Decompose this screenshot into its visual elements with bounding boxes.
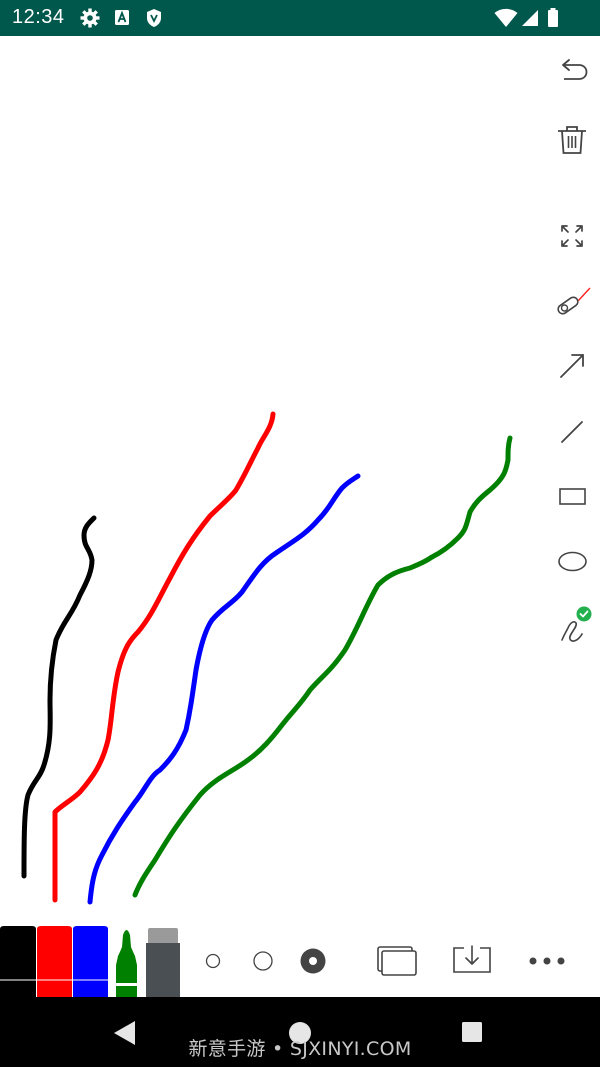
- font-a-icon: [115, 10, 129, 25]
- signal-icon: [522, 10, 538, 26]
- battery-icon: [548, 8, 558, 27]
- line-tool-icon: [561, 421, 583, 443]
- laser-pointer-icon: [557, 287, 591, 315]
- green-stroke: [132, 435, 513, 898]
- freehand-tool-button[interactable]: [548, 602, 596, 650]
- size-large-button[interactable]: [298, 946, 328, 976]
- black-pen[interactable]: [0, 925, 36, 997]
- size-small-button[interactable]: [198, 946, 228, 976]
- fullscreen-icon: [561, 225, 583, 247]
- blue-pen[interactable]: [73, 925, 108, 997]
- gear-icon: [80, 8, 100, 28]
- green-highlighter[interactable]: [109, 925, 144, 997]
- undo-button[interactable]: [548, 48, 596, 96]
- rectangle-tool-button[interactable]: [548, 472, 596, 520]
- freehand-tool-icon: [561, 606, 592, 642]
- status-bar: 12:34: [0, 0, 600, 36]
- red-stroke: [52, 411, 276, 903]
- undo-icon: [562, 59, 588, 80]
- shield-icon: [147, 9, 161, 27]
- more-icon[interactable]: [526, 950, 568, 972]
- blue-stroke: [87, 473, 361, 905]
- arrow-tool-button[interactable]: [548, 342, 596, 390]
- wifi-icon: [494, 8, 518, 27]
- ellipse-tool-icon: [558, 551, 587, 572]
- arrow-tool-icon: [560, 354, 584, 378]
- selected-check-badge: [576, 606, 592, 622]
- clear-button[interactable]: [548, 115, 596, 163]
- watermark: 新意手游 • SJXINYI.COM: [188, 1038, 412, 1060]
- laser-pointer-button[interactable]: [548, 281, 596, 329]
- pages-icon[interactable]: [376, 944, 418, 978]
- ellipse-tool-button[interactable]: [548, 537, 596, 585]
- line-tool-button[interactable]: [548, 408, 596, 456]
- trash-icon: [558, 126, 586, 154]
- size-medium-button[interactable]: [248, 946, 278, 976]
- save-icon[interactable]: [450, 942, 494, 978]
- status-time: 12:34: [12, 6, 65, 28]
- bottom-toolbar: [0, 920, 600, 997]
- black-stroke: [21, 515, 97, 879]
- fullscreen-button[interactable]: [548, 212, 596, 260]
- eraser[interactable]: [145, 925, 181, 997]
- drawing-canvas[interactable]: [0, 36, 600, 996]
- rectangle-tool-icon: [559, 488, 586, 505]
- red-pen[interactable]: [37, 925, 72, 997]
